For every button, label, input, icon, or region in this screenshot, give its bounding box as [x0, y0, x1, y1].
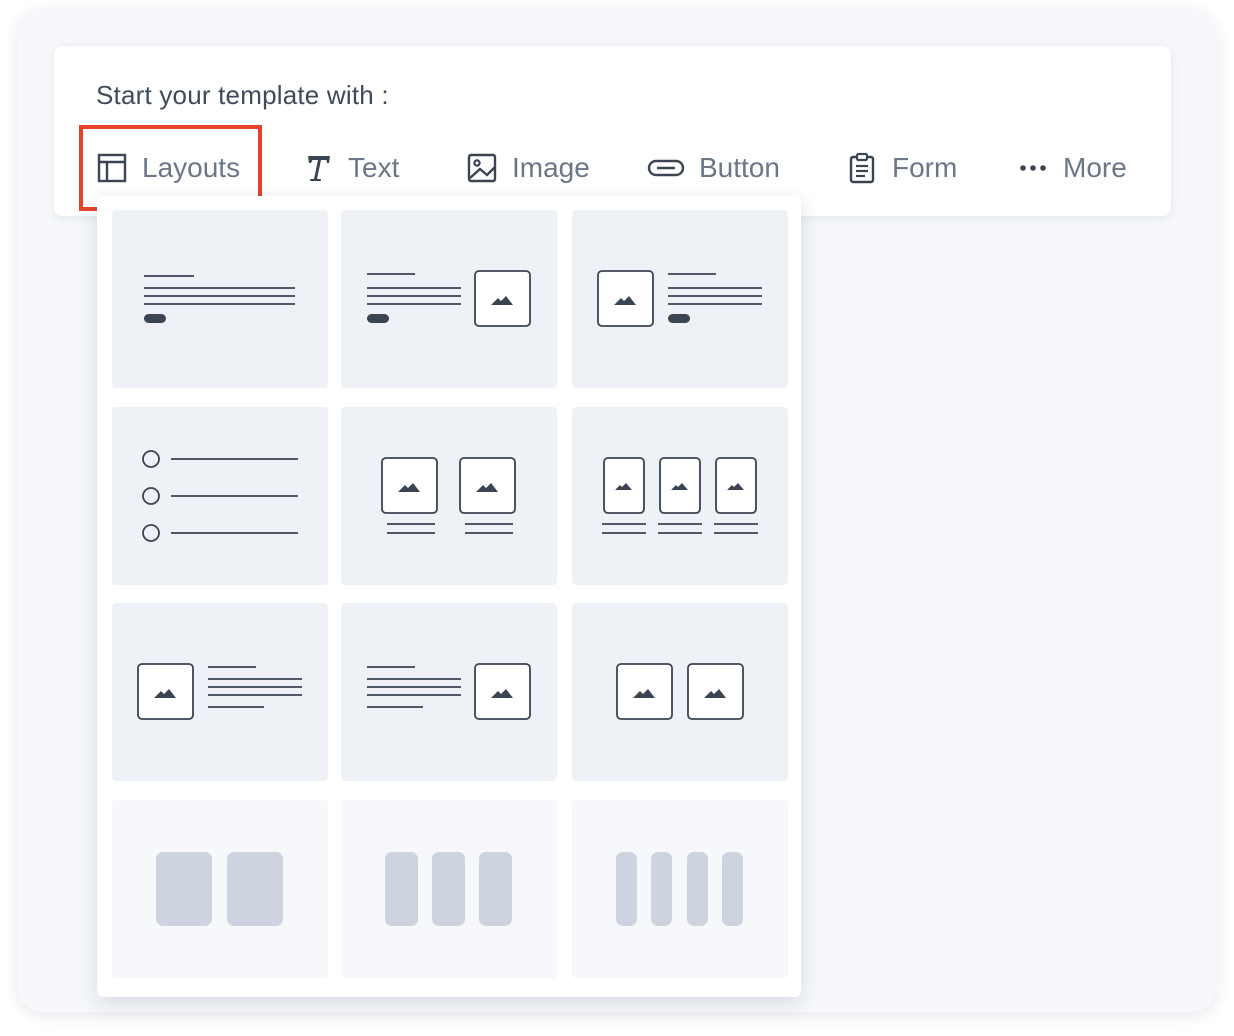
more-label: More: [1063, 152, 1127, 183]
clipboard-icon: [846, 152, 878, 184]
text-label: Text: [348, 152, 400, 183]
text-icon: [302, 152, 334, 184]
text-image-layout-icon: [367, 663, 531, 720]
button-pill-icon: [647, 152, 685, 184]
image-icon: [466, 152, 498, 184]
image-label: Image: [512, 152, 590, 183]
layout-three-image-columns[interactable]: [572, 407, 788, 585]
layout-bullet-list[interactable]: [112, 407, 328, 585]
three-columns-layout-icon: [385, 852, 512, 926]
image-text-layout-icon: [137, 663, 302, 720]
layout-image-left-text-right-button[interactable]: [572, 210, 788, 388]
button-button[interactable]: Button: [647, 146, 780, 190]
layout-text-with-button[interactable]: [112, 210, 328, 388]
two-columns-layout-icon: [156, 852, 283, 926]
text-button-layout-icon: [144, 275, 295, 323]
image-text-button-layout-icon: [597, 270, 762, 327]
layout-two-image-columns[interactable]: [341, 407, 557, 585]
four-columns-layout-icon: [616, 852, 743, 926]
layout-two-columns[interactable]: [112, 800, 328, 978]
layout-four-columns[interactable]: [572, 800, 788, 978]
more-button[interactable]: More: [1017, 146, 1127, 190]
layout-image-left-text-right[interactable]: [112, 603, 328, 781]
layout-three-columns[interactable]: [341, 800, 557, 978]
layout-text-left-image-right[interactable]: [341, 603, 557, 781]
text-button[interactable]: Text: [302, 146, 399, 190]
three-image-columns-layout-icon: [602, 457, 758, 534]
layouts-dropdown: [97, 196, 801, 997]
form-button[interactable]: Form: [846, 146, 957, 190]
toolbar-prompt: Start your template with :: [96, 80, 389, 110]
layout-two-images[interactable]: [572, 603, 788, 781]
two-image-columns-layout-icon: [381, 457, 516, 534]
button-label: Button: [699, 152, 780, 183]
layout-text-left-image-right-button[interactable]: [341, 210, 557, 388]
two-images-layout-icon: [616, 663, 744, 720]
text-image-button-layout-icon: [367, 270, 531, 327]
image-button[interactable]: Image: [466, 146, 590, 190]
form-label: Form: [892, 152, 958, 183]
more-dots-icon: [1017, 152, 1049, 184]
bullet-list-layout-icon: [142, 450, 298, 542]
